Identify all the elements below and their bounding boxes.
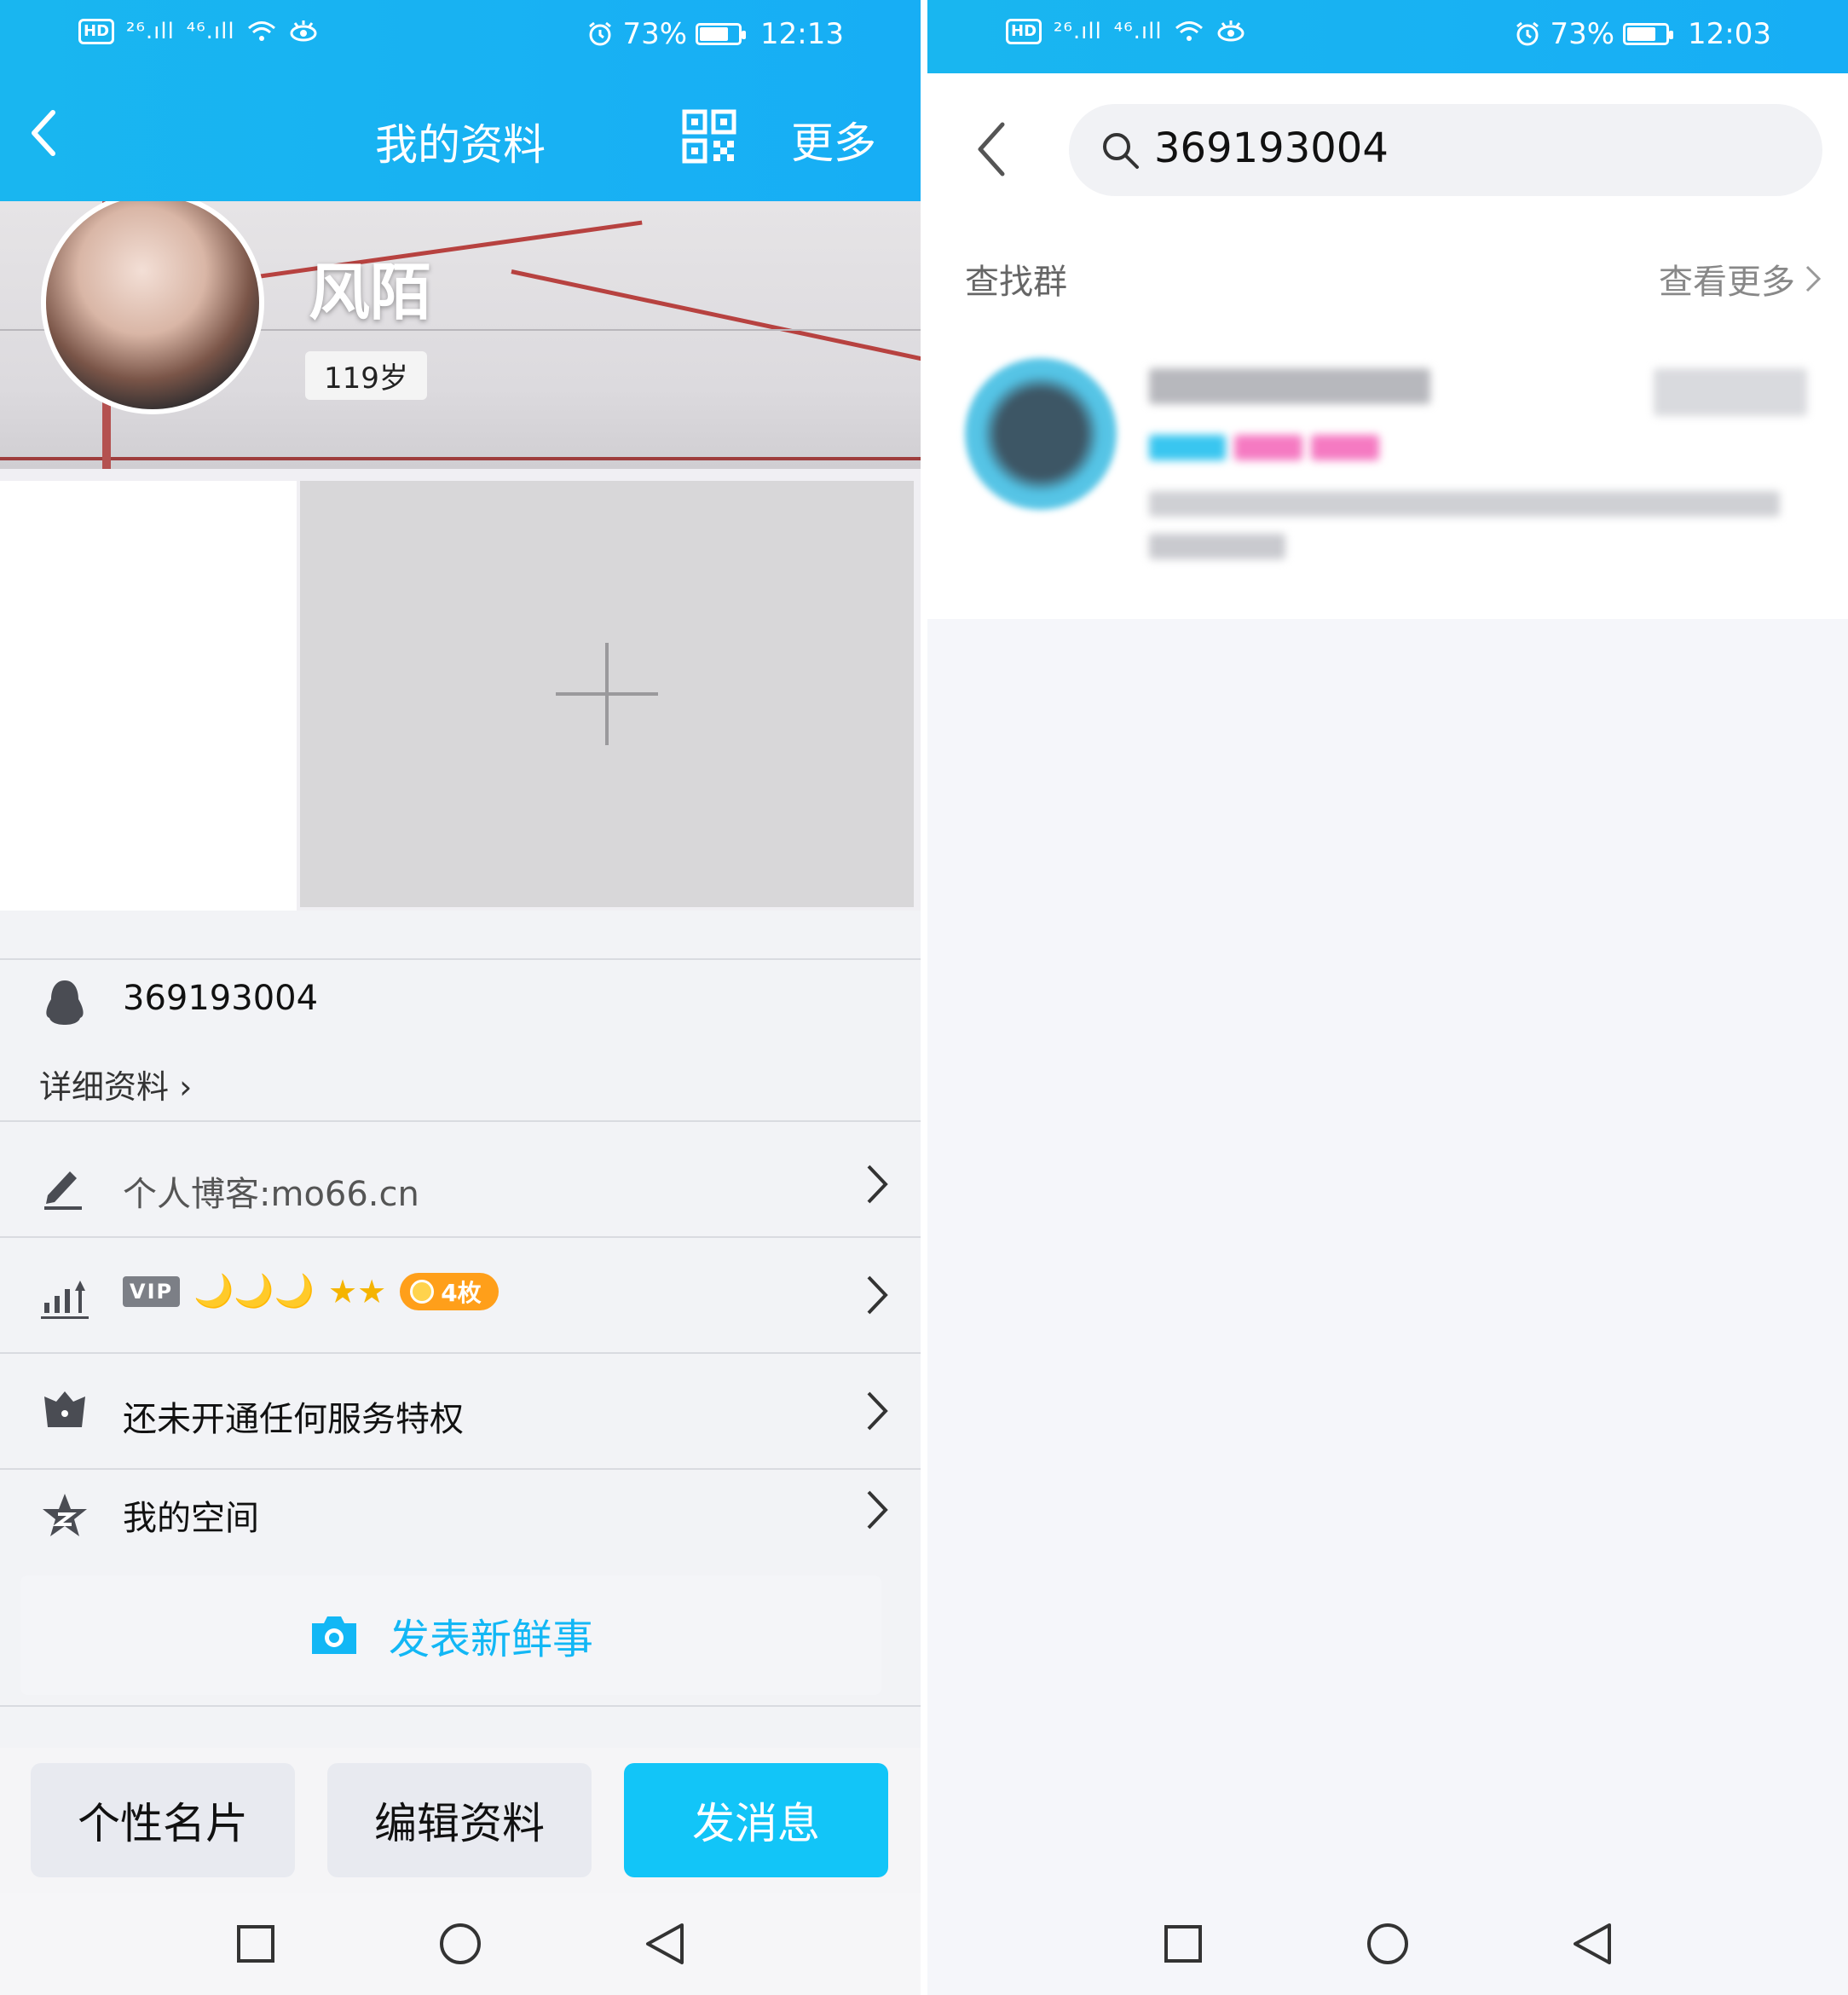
clock: 12:13 [760, 17, 844, 51]
clock: 12:03 [1688, 17, 1771, 51]
divider [0, 958, 921, 960]
coin-count: 4枚 [441, 1278, 482, 1307]
edit-signature-icon [44, 1171, 82, 1210]
chevron-right-icon [867, 1490, 888, 1530]
divider [0, 1120, 921, 1122]
search-screen: HD ²⁶.ıll ⁴⁶.ıll 73% 12:03 369193004 查找群… [927, 0, 1848, 1995]
penguin-icon [46, 980, 84, 1025]
blog-row[interactable]: 个人博客:mo66.cn [0, 1134, 921, 1236]
detail-profile-link[interactable]: 详细资料 › [39, 1061, 192, 1107]
gift-box-icon [44, 1391, 85, 1427]
vip-badge: VIP [123, 1275, 181, 1307]
recent-apps-icon[interactable] [1158, 1918, 1209, 1969]
screen-divider [921, 0, 927, 1995]
hd-indicator: HD [1006, 19, 1042, 44]
divider [0, 1705, 921, 1707]
blurred-description [1149, 534, 1285, 559]
eye-comfort-icon [1217, 20, 1245, 42]
system-nav-bar [927, 1893, 1848, 1995]
blog-text: 个人博客:mo66.cn [123, 1175, 419, 1214]
eye-comfort-icon [290, 20, 317, 42]
level-star-icons: ★★ [328, 1272, 387, 1310]
status-bar: HD ²⁶.ıll ⁴⁶.ıll 73% 12:13 [0, 0, 921, 73]
home-icon[interactable] [1362, 1918, 1413, 1969]
post-moment-button[interactable]: 发表新鲜事 [20, 1576, 881, 1695]
profile-cover[interactable]: 风陌 119岁 [0, 201, 921, 469]
group-result-item[interactable] [927, 73, 1848, 559]
profile-screen: HD ²⁶.ıll ⁴⁶.ıll 73% 12:13 我的资料 更多 风陌 11… [0, 0, 921, 1995]
blurred-tag [1234, 435, 1302, 460]
wifi-icon [1175, 21, 1203, 41]
alarm-icon [1516, 21, 1539, 46]
edit-profile-button[interactable]: 编辑资料 [327, 1763, 592, 1877]
alarm-icon [589, 21, 612, 46]
level-chart-icon [41, 1281, 89, 1319]
chevron-right-icon [867, 1275, 888, 1315]
search-results-panel: 369193004 查找群 查看更多 [927, 73, 1848, 619]
add-photo-button[interactable] [300, 481, 914, 907]
page-title: 我的资料 [375, 120, 546, 170]
vip-row[interactable]: VIP 🌙🌙🌙 ★★ 4枚 [0, 1238, 921, 1350]
action-bar: 个性名片 编辑资料 发消息 [0, 1748, 921, 1893]
send-message-button[interactable]: 发消息 [624, 1763, 888, 1877]
battery-icon [696, 23, 747, 45]
battery-percent: 73% [622, 17, 688, 51]
divider [0, 1352, 921, 1354]
plus-icon [556, 643, 658, 745]
coin-badge: 4枚 [400, 1272, 499, 1310]
profile-header: HD ²⁶.ıll ⁴⁶.ıll 73% 12:13 我的资料 更多 [0, 0, 921, 201]
service-row[interactable]: 还未开通任何服务特权 [0, 1356, 921, 1466]
blurred-group-name [1149, 368, 1430, 404]
blurred-join-button [1654, 368, 1807, 416]
profile-card-button[interactable]: 个性名片 [31, 1763, 295, 1877]
account-id: 369193004 [123, 979, 319, 1018]
qr-code-icon[interactable] [682, 109, 736, 164]
blurred-tag [1149, 435, 1226, 460]
status-bar-background: HD ²⁶.ıll ⁴⁶.ıll 73% 12:03 [927, 0, 1848, 73]
blurred-description [1149, 491, 1780, 517]
system-nav-bar [0, 1893, 921, 1995]
signal-icon: ⁴⁶.ıll [1113, 19, 1163, 44]
signal-icon: ²⁶.ıll [126, 19, 175, 44]
back-triangle-icon[interactable] [639, 1918, 690, 1969]
chevron-right-icon [867, 1391, 888, 1431]
level-moon-icons: 🌙🌙🌙 [193, 1272, 315, 1310]
nickname: 风陌 [309, 257, 432, 328]
back-triangle-icon[interactable] [1567, 1918, 1618, 1969]
battery-icon [1623, 23, 1674, 45]
my-space-row[interactable]: 我的空间 [0, 1470, 921, 1572]
photo-slot [0, 481, 297, 911]
signal-icon: ²⁶.ıll [1054, 19, 1102, 44]
chevron-right-icon [867, 1165, 888, 1204]
battery-percent: 73% [1550, 17, 1615, 51]
camera-icon [311, 1616, 356, 1654]
qzone-star-icon [43, 1494, 87, 1536]
status-bar: HD ²⁶.ıll ⁴⁶.ıll 73% 12:03 [927, 0, 1848, 73]
photo-wall [0, 469, 921, 911]
hd-indicator: HD [78, 19, 115, 44]
wifi-icon [247, 21, 275, 41]
recent-apps-icon[interactable] [230, 1918, 281, 1969]
avatar[interactable] [41, 201, 264, 414]
home-icon[interactable] [435, 1918, 486, 1969]
my-space-text: 我的空间 [123, 1499, 259, 1538]
service-text: 还未开通任何服务特权 [123, 1400, 464, 1439]
blurred-tag [1311, 435, 1379, 460]
age-tag: 119岁 [305, 351, 427, 400]
post-moment-label: 发表新鲜事 [388, 1616, 593, 1663]
more-button[interactable]: 更多 [791, 109, 876, 171]
account-section: 369193004 详细资料 › [0, 977, 921, 1148]
group-avatar [965, 358, 1117, 510]
signal-icon: ⁴⁶.ıll [186, 19, 235, 44]
coin-icon [410, 1279, 435, 1304]
